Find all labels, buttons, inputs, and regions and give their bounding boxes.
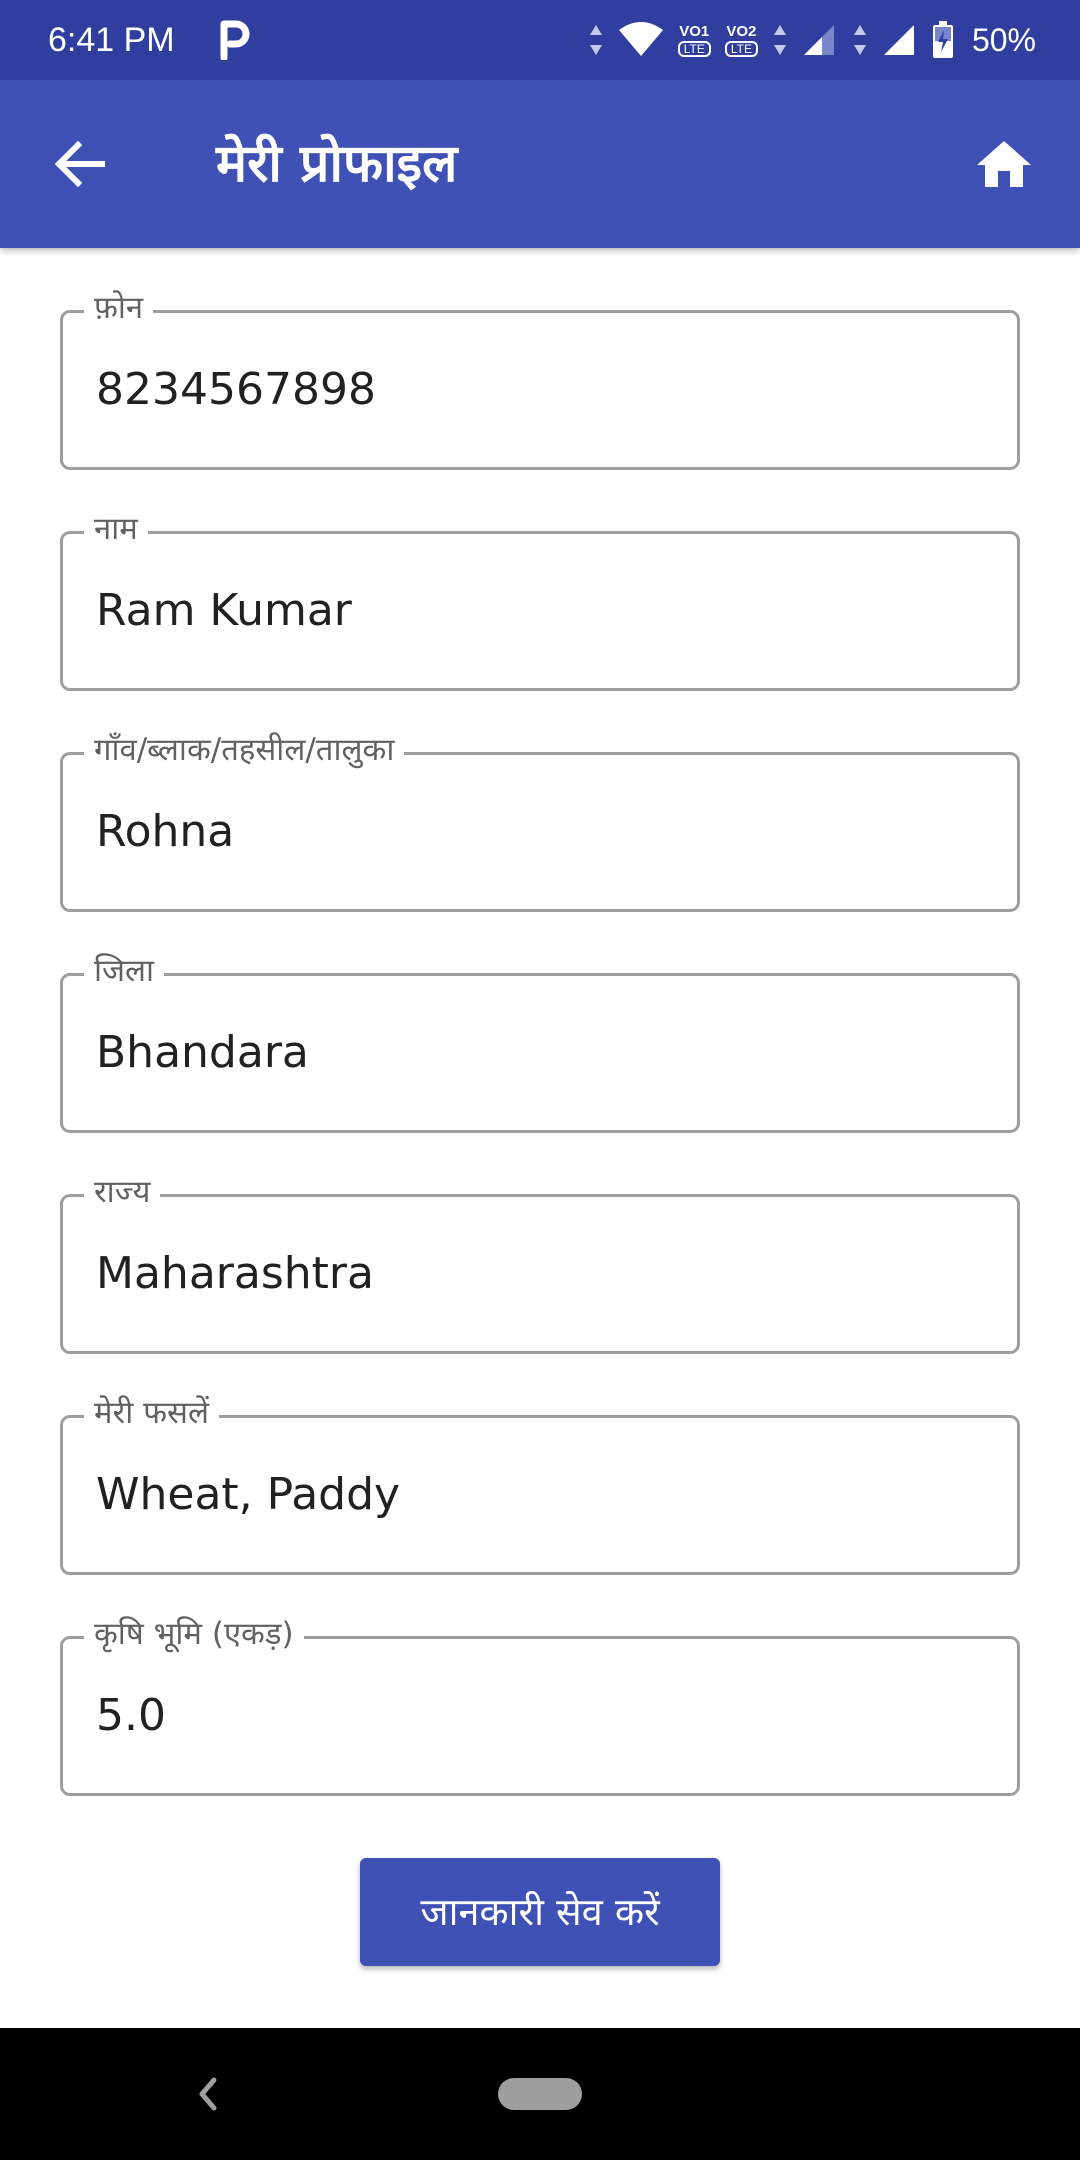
village-field[interactable]: गाँव/ब्लाक/तहसील/तालुका Rohna — [60, 728, 1020, 912]
save-button[interactable]: जानकारी सेव करें — [360, 1858, 720, 1966]
phone-field[interactable]: फ़ोन 8234567898 — [60, 286, 1020, 470]
state-input[interactable]: Maharashtra — [96, 1244, 374, 1304]
district-label: जिला — [84, 949, 165, 993]
district-field[interactable]: जिला Bhandara — [60, 949, 1020, 1133]
data-arrows-icon — [773, 25, 786, 55]
system-nav-bar — [0, 2028, 1080, 2160]
lte-sim1-label: LTE — [677, 40, 711, 57]
phone-label: फ़ोन — [84, 286, 154, 330]
battery-percent: 50% — [971, 22, 1036, 58]
status-time: 6:41 PM — [48, 21, 175, 59]
phone-input[interactable]: 8234567898 — [96, 360, 376, 420]
crops-input[interactable]: Wheat, Paddy — [96, 1465, 400, 1525]
signal-sim1-icon — [803, 25, 834, 55]
page-title: मेरी प्रोफाइल — [216, 134, 458, 194]
wifi-icon — [618, 22, 663, 56]
profile-form: फ़ोन 8234567898 नाम Ram Kumar गाँव/ब्लाक… — [60, 248, 1020, 1796]
state-field[interactable]: राज्य Maharashtra — [60, 1170, 1020, 1354]
name-label: नाम — [84, 507, 148, 551]
home-button[interactable] — [966, 126, 1042, 202]
volte-sim1-icon: VO1 LTE — [677, 22, 711, 57]
crops-field[interactable]: मेरी फसलें Wheat, Paddy — [60, 1391, 1020, 1575]
app-bar: मेरी प्रोफाइल — [0, 80, 1080, 248]
volte-sim2-label: VO2 — [726, 22, 757, 40]
farmland-input[interactable]: 5.0 — [96, 1686, 166, 1746]
arrow-back-icon — [54, 141, 105, 187]
home-icon — [977, 141, 1031, 187]
farmland-label: कृषि भूमि (एकड़) — [84, 1612, 304, 1656]
name-field[interactable]: नाम Ram Kumar — [60, 507, 1020, 691]
status-bar: 6:41 PM VO1 LTE VO2 LTE 50% — [0, 0, 1080, 80]
village-label: गाँव/ब्लाक/तहसील/तालुका — [84, 728, 405, 772]
status-icons: VO1 LTE VO2 LTE 50% — [588, 16, 1036, 64]
nav-back-icon[interactable] — [186, 2068, 230, 2120]
back-button[interactable] — [42, 126, 118, 202]
battery-charging-icon — [932, 21, 953, 58]
name-input[interactable]: Ram Kumar — [96, 581, 352, 641]
state-label: राज्य — [84, 1170, 161, 1214]
data-arrows-icon — [589, 25, 602, 55]
nav-home-pill-icon[interactable] — [498, 2078, 582, 2110]
data-arrows-icon — [853, 25, 866, 55]
district-input[interactable]: Bhandara — [96, 1023, 309, 1083]
volte-sim1-label: VO1 — [679, 22, 710, 40]
volte-sim2-icon: VO2 LTE — [724, 22, 758, 57]
village-input[interactable]: Rohna — [96, 802, 234, 862]
crops-label: मेरी फसलें — [84, 1391, 219, 1435]
parking-app-icon — [220, 20, 250, 60]
field-outline — [60, 1636, 1020, 1796]
farmland-field[interactable]: कृषि भूमि (एकड़) 5.0 — [60, 1612, 1020, 1796]
lte-sim2-label: LTE — [724, 40, 758, 57]
signal-sim2-icon — [883, 25, 914, 55]
